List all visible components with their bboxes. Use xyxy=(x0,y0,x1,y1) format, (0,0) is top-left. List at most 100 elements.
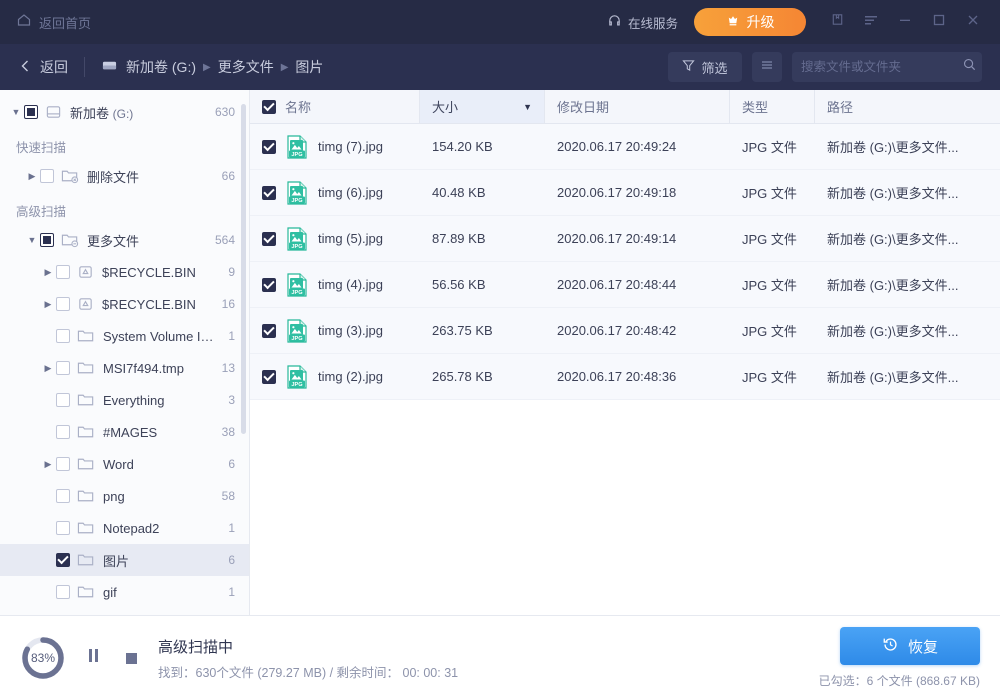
status-footer: 83% 高级扫描中 找到：630个文件 (279.27 MB) / 剩余时间： … xyxy=(0,615,1000,700)
online-service-button[interactable]: 在线服务 xyxy=(607,13,678,32)
cell-type: JPG 文件 xyxy=(730,229,815,248)
chevron-right-icon[interactable]: ▶ xyxy=(40,256,56,288)
upgrade-button[interactable]: 升级 xyxy=(694,8,806,36)
folder-icon xyxy=(77,392,96,408)
tree-item-[interactable]: ▼新加卷 (G:)630 xyxy=(0,96,249,128)
row-checkbox[interactable] xyxy=(262,186,276,200)
tree-item-count: 564 xyxy=(215,233,235,247)
column-header-path[interactable]: 路径 xyxy=(815,90,1000,123)
back-button[interactable]: 返回 xyxy=(18,57,68,77)
close-icon xyxy=(965,12,981,33)
tree-checkbox[interactable] xyxy=(56,585,70,599)
row-checkbox[interactable] xyxy=(262,140,276,154)
tree-checkbox[interactable] xyxy=(56,265,70,279)
tree-item-gif[interactable]: gif1 xyxy=(0,576,249,608)
tree-checkbox[interactable] xyxy=(40,169,54,183)
breadcrumb-item-1[interactable]: 更多文件 xyxy=(218,57,274,77)
chevron-right-icon[interactable]: ▶ xyxy=(40,352,56,384)
row-checkbox[interactable] xyxy=(262,324,276,338)
tree-item-label: png xyxy=(103,489,214,504)
back-to-home-button[interactable]: 返回首页 xyxy=(16,12,91,33)
tree-item-Notepad2[interactable]: Notepad21 xyxy=(0,512,249,544)
table-row[interactable]: JPGtimg (2).jpg265.78 KB2020.06.17 20:48… xyxy=(250,354,1000,400)
row-checkbox[interactable] xyxy=(262,370,276,384)
cell-name: JPGtimg (7).jpg xyxy=(250,135,420,159)
menu-button[interactable] xyxy=(854,7,888,37)
cell-path: 新加卷 (G:)\更多文件... xyxy=(815,183,1000,202)
recover-button[interactable]: 恢复 xyxy=(840,627,980,665)
pause-button[interactable] xyxy=(80,645,106,671)
tree-item-[interactable]: ▶删除文件66 xyxy=(0,160,249,192)
tree-checkbox[interactable] xyxy=(56,297,70,311)
maximize-button[interactable] xyxy=(922,7,956,37)
table-row[interactable]: JPGtimg (3).jpg263.75 KB2020.06.17 20:48… xyxy=(250,308,1000,354)
tree-item-RECYCLE.BIN[interactable]: ▶$RECYCLE.BIN9 xyxy=(0,256,249,288)
cell-path: 新加卷 (G:)\更多文件... xyxy=(815,321,1000,340)
tree-item-Word[interactable]: ▶Word6 xyxy=(0,448,249,480)
chevron-down-icon[interactable]: ▼ xyxy=(24,224,40,256)
tree-item-[interactable]: 图片6 xyxy=(0,544,249,576)
column-label-path: 路径 xyxy=(827,97,853,116)
column-header-size[interactable]: 大小 ▼ xyxy=(420,90,545,123)
breadcrumb-item-drive[interactable]: 新加卷 (G:) xyxy=(101,57,196,77)
tree-checkbox[interactable] xyxy=(40,233,54,247)
view-toggle-button[interactable] xyxy=(752,52,782,82)
tree-checkbox[interactable] xyxy=(24,105,38,119)
chevron-right-icon[interactable]: ▶ xyxy=(40,448,56,480)
table-row[interactable]: JPGtimg (6).jpg40.48 KB2020.06.17 20:49:… xyxy=(250,170,1000,216)
row-checkbox[interactable] xyxy=(262,278,276,292)
tree-checkbox[interactable] xyxy=(56,553,70,567)
cell-date: 2020.06.17 20:48:42 xyxy=(545,323,730,338)
tree-item-[interactable]: ▼更多文件564 xyxy=(0,224,249,256)
file-name: timg (6).jpg xyxy=(318,185,383,200)
tree-item-#MAGES[interactable]: #MAGES38 xyxy=(0,416,249,448)
filter-button[interactable]: 筛选 xyxy=(668,52,742,82)
column-header-type[interactable]: 类型 xyxy=(730,90,815,123)
tree-item-MSI7f494.tmp[interactable]: ▶MSI7f494.tmp13 xyxy=(0,352,249,384)
tree-item-count: 38 xyxy=(222,425,235,439)
sidebar-tree[interactable]: ▼新加卷 (G:)630快速扫描▶删除文件66高级扫描▼更多文件564▶$REC… xyxy=(0,90,250,615)
close-button[interactable] xyxy=(956,7,990,37)
caret-spacer xyxy=(40,384,56,416)
chevron-down-icon[interactable]: ▼ xyxy=(8,96,24,128)
stop-button[interactable] xyxy=(118,645,144,671)
tree-item-Everything[interactable]: Everything3 xyxy=(0,384,249,416)
chevron-right-icon[interactable]: ▶ xyxy=(40,288,56,320)
column-header-date[interactable]: 修改日期 xyxy=(545,90,730,123)
select-all-checkbox[interactable] xyxy=(262,100,276,114)
tree-checkbox[interactable] xyxy=(56,425,70,439)
cell-date: 2020.06.17 20:48:36 xyxy=(545,369,730,384)
file-name: timg (7).jpg xyxy=(318,139,383,154)
tree-item-RECYCLE.BIN[interactable]: ▶$RECYCLE.BIN16 xyxy=(0,288,249,320)
tree-item-SystemVolumeInf...[interactable]: System Volume Inf...1 xyxy=(0,320,249,352)
minimize-button[interactable] xyxy=(888,7,922,37)
search-input[interactable] xyxy=(801,60,962,74)
tree-checkbox[interactable] xyxy=(56,361,70,375)
caret-spacer xyxy=(40,512,56,544)
more-folder-icon xyxy=(61,232,80,248)
jpg-file-icon: JPG xyxy=(286,273,308,297)
search-box[interactable] xyxy=(792,52,982,82)
row-checkbox[interactable] xyxy=(262,232,276,246)
tree-checkbox[interactable] xyxy=(56,521,70,535)
cell-size: 56.56 KB xyxy=(420,277,545,292)
tree-item-jpg[interactable]: jpg39 xyxy=(0,608,249,615)
tree-checkbox[interactable] xyxy=(56,393,70,407)
search-icon[interactable] xyxy=(962,57,977,77)
svg-text:JPG: JPG xyxy=(291,336,302,342)
tree-checkbox[interactable] xyxy=(56,329,70,343)
column-header-name[interactable]: 名称 xyxy=(250,90,420,123)
table-row[interactable]: JPGtimg (4).jpg56.56 KB2020.06.17 20:48:… xyxy=(250,262,1000,308)
feedback-button[interactable] xyxy=(820,7,854,37)
table-row[interactable]: JPGtimg (7).jpg154.20 KB2020.06.17 20:49… xyxy=(250,124,1000,170)
sidebar-scrollbar[interactable] xyxy=(241,104,246,434)
breadcrumb-item-2[interactable]: 图片 xyxy=(295,57,323,77)
cell-date: 2020.06.17 20:48:44 xyxy=(545,277,730,292)
chevron-right-icon[interactable]: ▶ xyxy=(24,160,40,192)
tree-checkbox[interactable] xyxy=(56,489,70,503)
checked-files-info: 已勾选：6 个文件 (868.67 KB) xyxy=(819,672,980,689)
table-row[interactable]: JPGtimg (5).jpg87.89 KB2020.06.17 20:49:… xyxy=(250,216,1000,262)
back-label: 返回 xyxy=(40,57,68,77)
tree-checkbox[interactable] xyxy=(56,457,70,471)
tree-item-png[interactable]: png58 xyxy=(0,480,249,512)
